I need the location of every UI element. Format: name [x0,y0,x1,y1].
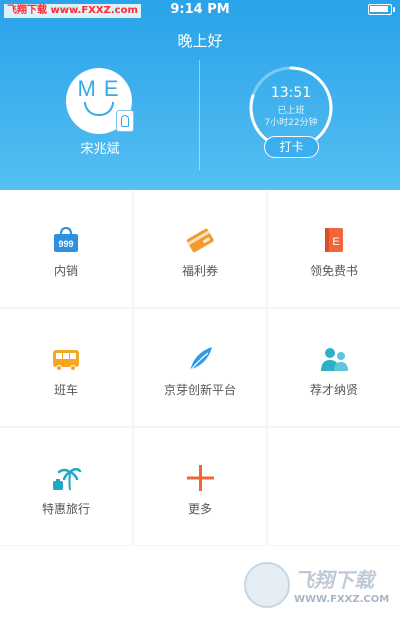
badge-icon [116,110,134,132]
watermark-url: WWW.FXXZ.COM [294,594,390,605]
status-bar: 飞翔下载 www.FXXZ.com 9:14 PM [0,0,400,20]
grid-item-label: 班车 [53,383,78,397]
feature-grid: 999 内销 福利券 E 领免费书 班车 京芽创新平台 荐才纳贤 特惠旅行 更多 [0,190,400,546]
sprout-leaf-icon [189,347,212,372]
grid-item-free-book[interactable]: E 领免费书 [268,190,400,307]
grid-item-label: 领免费书 [309,264,358,278]
header-banner: 飞翔下载 www.FXXZ.com 9:14 PM 晚上好 ME 宋兆斌 13:… [0,0,400,190]
watermark-brand: 飞翔下载 [294,568,374,592]
coupon-card-icon [186,228,214,253]
shopping-bag-icon: 999 [54,226,78,252]
palm-tree-icon [53,468,82,491]
grid-item-coupon[interactable]: 福利券 [134,190,266,307]
grid-item-more[interactable]: 更多 [134,428,266,545]
watermark-logo: 飞翔下载 WWW.FXXZ.COM [244,560,394,612]
people-icon [321,348,348,371]
grid-item-talent-referral[interactable]: 荐才纳贤 [268,309,400,426]
grid-item-shuttle-bus[interactable]: 班车 [0,309,132,426]
grid-item-label: 内销 [53,264,78,278]
avatar-smile-icon [84,102,114,116]
status-time: 9:14 PM [170,2,230,17]
bus-icon [53,350,79,371]
grid-item-label: 特惠旅行 [41,502,90,516]
book-icon: E [325,228,343,252]
grid-item-label: 荐才纳贤 [309,383,358,397]
greeting-title: 晚上好 [177,32,223,50]
avatar-letters: ME [77,76,127,101]
svg-text:E: E [332,236,339,248]
clock-time: 13:51 [270,85,312,101]
svg-text:999: 999 [58,239,73,249]
plus-icon [187,465,214,491]
punch-in-button[interactable]: 打卡 [264,136,319,158]
watermark-circle-icon [244,562,290,608]
battery-tip [393,7,395,12]
battery-icon [368,4,392,15]
grid-item-empty [268,428,400,545]
header-divider [199,60,200,170]
grid-item-label: 更多 [187,502,212,516]
grid-item-label: 京芽创新平台 [163,383,236,397]
user-name: 宋兆斌 [80,142,120,157]
grid-item-label: 福利券 [181,264,218,278]
clock-duration: 7小时22分钟 [264,118,318,128]
grid-item-internal-sale[interactable]: 999 内销 [0,190,132,307]
grid-item-innovation-platform[interactable]: 京芽创新平台 [134,309,266,426]
grid-item-travel-deals[interactable]: 特惠旅行 [0,428,132,545]
